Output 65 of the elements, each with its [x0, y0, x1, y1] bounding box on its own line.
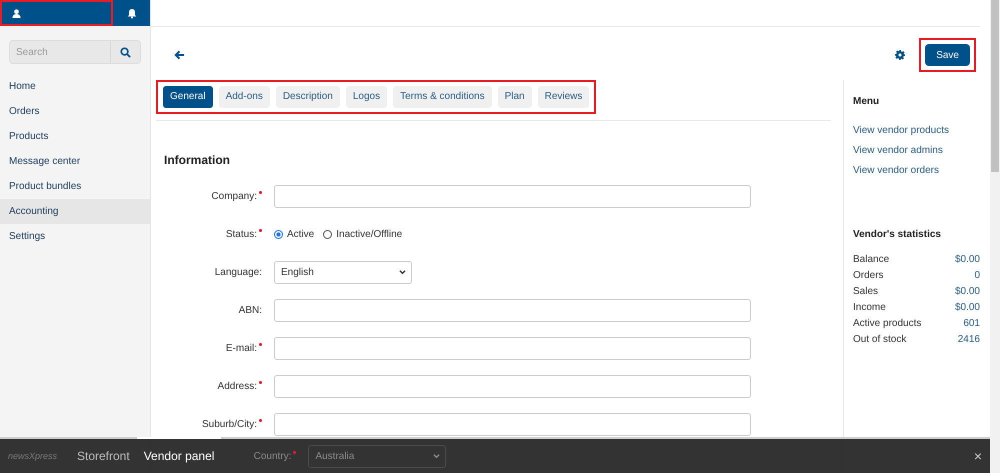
field-label: E-mail: — [226, 342, 257, 354]
input-field[interactable] — [274, 298, 751, 322]
tab[interactable]: Description — [276, 86, 340, 108]
field-label: Company: — [211, 190, 257, 202]
tab[interactable]: Plan — [498, 86, 532, 108]
sidebar-item[interactable]: Accounting — [0, 199, 150, 224]
sidebar-item[interactable]: Home — [0, 74, 150, 99]
stat-value: 0 — [974, 270, 980, 283]
panel-title: Vendor's statistics — [853, 229, 942, 240]
user-icon[interactable] — [12, 8, 21, 18]
field-label: Language: — [214, 266, 262, 278]
sidebar-item[interactable]: Settings — [0, 224, 150, 249]
settings-icon[interactable] — [895, 50, 906, 60]
input-field[interactable] — [274, 336, 751, 360]
field-label: Address: — [218, 380, 257, 392]
radio-button[interactable] — [274, 230, 283, 238]
stat-value: 2416 — [958, 334, 980, 347]
field-label: Country: — [254, 450, 292, 462]
link[interactable]: View vendor admins — [853, 145, 980, 165]
tab[interactable]: Reviews — [538, 86, 590, 108]
input-field[interactable] — [274, 374, 751, 398]
dropdown[interactable]: English — [274, 260, 412, 284]
sidebar-item[interactable]: Products — [0, 124, 150, 149]
field-label: ABN: — [238, 304, 262, 316]
dropdown[interactable]: Australia — [308, 444, 446, 468]
tab[interactable]: Terms & conditions — [393, 86, 492, 108]
close-button[interactable]: × — [974, 448, 982, 464]
stat-value: $0.00 — [954, 302, 980, 315]
panel-title: Menu — [853, 96, 880, 107]
stat-value: $0.00 — [954, 254, 980, 267]
tab[interactable]: Logos — [346, 86, 388, 108]
search-field[interactable]: Search — [9, 40, 141, 64]
input-field[interactable] — [274, 412, 751, 436]
stat-label: Active products — [853, 318, 922, 331]
chevron-down-icon[interactable] — [399, 269, 406, 275]
stat-label: Balance — [853, 254, 890, 267]
bell-icon[interactable] — [126, 8, 136, 18]
save-button[interactable]: Save — [925, 44, 970, 66]
tab[interactable]: Add-ons — [218, 86, 270, 108]
link[interactable]: View vendor products — [853, 125, 980, 145]
sidebar-item[interactable]: Orders — [0, 99, 150, 124]
tab[interactable]: Vendor panel — [136, 437, 222, 473]
field-label: Suburb/City: — [202, 418, 257, 430]
stat-label: Sales — [853, 286, 878, 299]
stat-label: Income — [853, 302, 886, 315]
link[interactable]: View vendor orders — [853, 165, 980, 185]
stat-value: $0.00 — [954, 286, 980, 299]
scrollbar-thumb[interactable] — [991, 0, 999, 172]
scrollbar[interactable] — [990, 0, 1000, 473]
sidebar-item[interactable]: Product bundles — [0, 174, 150, 199]
input-field[interactable] — [274, 184, 751, 208]
back-arrow-icon[interactable] — [174, 50, 185, 60]
radio-button[interactable] — [323, 230, 332, 238]
stat-label: Out of stock — [853, 334, 906, 347]
radio-label[interactable]: Active — [287, 228, 314, 240]
section-title: Information — [164, 153, 231, 167]
sidebar-item[interactable]: Message center — [0, 149, 150, 174]
stat-value: 601 — [963, 318, 980, 331]
tab[interactable]: General — [163, 86, 213, 108]
radio-label[interactable]: Inactive/Offline — [336, 228, 402, 240]
stat-label: Orders — [853, 270, 884, 283]
logo: newsXpress — [8, 450, 58, 460]
tab[interactable]: Storefront — [70, 437, 137, 473]
field-label: Status: — [226, 228, 257, 240]
search-icon — [120, 46, 131, 58]
